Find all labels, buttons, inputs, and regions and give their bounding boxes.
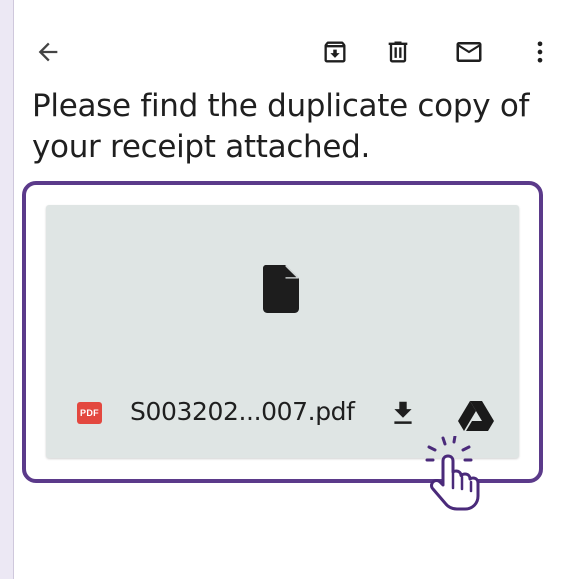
pdf-icon: PDF <box>77 402 102 424</box>
trash-icon <box>388 41 408 63</box>
attachment-filename: S003202...007.pdf <box>130 397 355 426</box>
download-button[interactable] <box>388 398 418 430</box>
pdf-badge-label: PDF <box>80 408 99 418</box>
delete-button[interactable] <box>380 34 416 70</box>
mark-unread-button[interactable] <box>451 34 487 70</box>
more-vert-icon <box>537 41 543 63</box>
mail-icon <box>456 42 482 62</box>
back-button[interactable] <box>30 34 66 70</box>
google-drive-icon <box>458 401 494 431</box>
top-app-bar <box>14 0 569 100</box>
more-options-button[interactable] <box>522 34 558 70</box>
download-icon <box>394 401 412 424</box>
archive-button[interactable] <box>317 34 353 70</box>
tap-gesture-hand-icon <box>425 436 480 511</box>
email-body-text: Please find the duplicate copy of your r… <box>32 88 530 165</box>
email-view: Please find the duplicate copy of your r… <box>14 0 569 579</box>
file-icon <box>263 265 299 313</box>
arrow-left-icon <box>38 42 58 62</box>
save-to-drive-button[interactable] <box>458 401 494 431</box>
archive-icon <box>324 41 346 63</box>
attachment-card[interactable]: PDF S003202...007.pdf <box>46 205 519 458</box>
side-panel-edge <box>0 0 14 579</box>
